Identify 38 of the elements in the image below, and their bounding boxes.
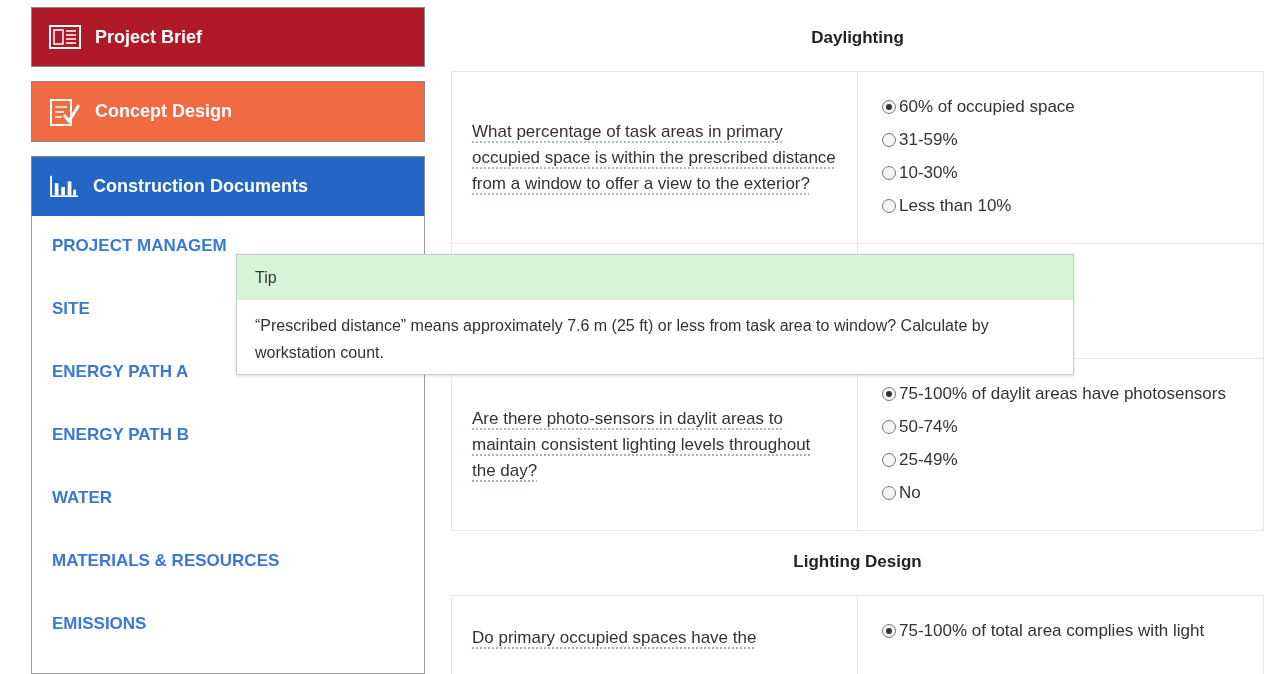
- nav-link[interactable]: SITE: [52, 299, 90, 318]
- nav-link[interactable]: MATERIALS & RESOURCES: [52, 551, 280, 570]
- nav-link[interactable]: EMISSIONS: [52, 614, 147, 633]
- question-text: Are there photo-sensors in daylit areas to maintain consistent lighting levels throughout the day?: [472, 407, 812, 482]
- phase-header[interactable]: Construction Documents: [31, 155, 425, 216]
- radio-button[interactable]: [882, 387, 896, 401]
- option-label: 31-59%: [899, 129, 958, 151]
- option-label: 60% of occupied space: [899, 96, 1075, 118]
- option-label: 25-49%: [899, 449, 958, 471]
- section-title: Daylighting: [811, 27, 904, 49]
- phase-header[interactable]: Concept Design: [31, 81, 425, 142]
- radio-button[interactable]: [882, 166, 896, 180]
- phase-header[interactable]: Project Brief: [31, 7, 425, 68]
- tooltip-text: “Prescribed distance” means approximately 7.6 m (25 ft) or less from task area to window? Calculate by workstation count.: [254, 316, 990, 363]
- option-label: 75-100% of daylit areas have photosensors: [899, 383, 1226, 405]
- radio-button[interactable]: [882, 133, 896, 147]
- question-text: Do primary occupied spaces have the: [472, 627, 757, 649]
- section-title: Lighting Design: [793, 551, 922, 573]
- radio-button[interactable]: [882, 199, 896, 213]
- radio-button[interactable]: [882, 624, 896, 638]
- tooltip-title: Tip: [237, 255, 1073, 300]
- radio-button[interactable]: [882, 100, 896, 114]
- option-label: No: [899, 482, 921, 504]
- nav-link[interactable]: PROJECT MANAGEM: [52, 236, 227, 255]
- document-icon: [49, 25, 81, 50]
- option-label: Less than 10%: [899, 195, 1012, 217]
- checklist-icon: [49, 96, 81, 127]
- option-label: 50-74%: [899, 416, 958, 438]
- option-label: 75-100% of total area complies with light: [899, 620, 1205, 642]
- nav-link[interactable]: ENERGY PATH B: [52, 425, 189, 444]
- nav-link[interactable]: WATER: [52, 488, 113, 507]
- nav-link[interactable]: ENERGY PATH A: [52, 362, 189, 381]
- radio-button[interactable]: [882, 420, 896, 434]
- option-label: 10-30%: [899, 162, 958, 184]
- bar-chart-icon: [49, 174, 79, 199]
- radio-button[interactable]: [882, 486, 896, 500]
- question-text: What percentage of task areas in primary occupied space is within the prescribed distance from a window to offer a view to the exterior?: [472, 120, 837, 195]
- radio-button[interactable]: [882, 453, 896, 467]
